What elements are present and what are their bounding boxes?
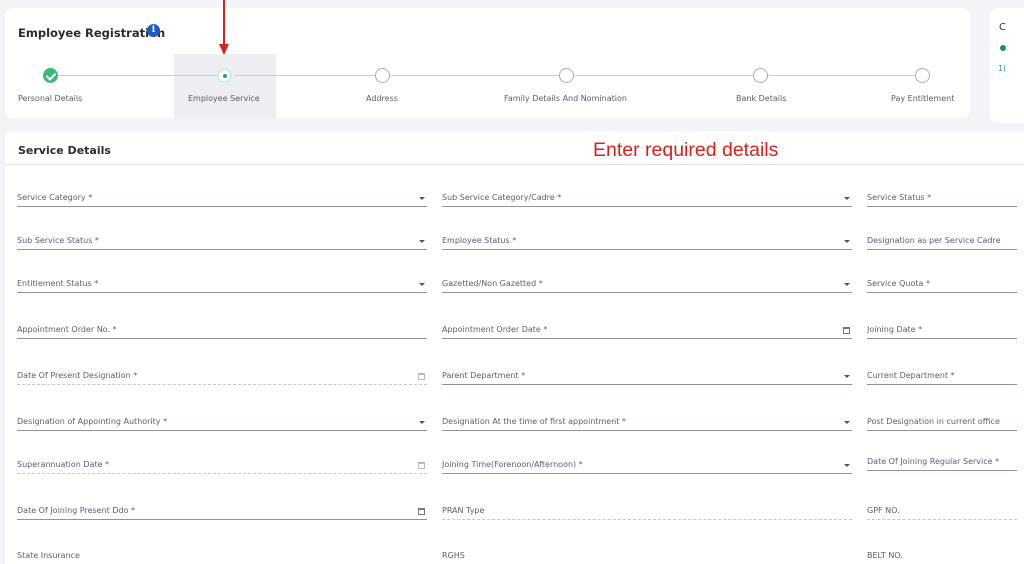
regular-service-date-input[interactable]: Date Of Joining Regular Service * <box>867 451 1017 471</box>
belt-no-field: BELT NO. <box>867 545 1017 564</box>
field-label: Date Of Joining Regular Service * <box>867 457 1000 466</box>
field-label: Designation as per Service Cadre <box>867 236 1001 245</box>
first-appointment-designation-select[interactable]: Designation At the time of first appoint… <box>442 411 852 431</box>
sub-service-status-select[interactable]: Sub Service Status * <box>17 230 427 250</box>
step-bank-details-indicator[interactable] <box>753 68 768 83</box>
field-label: GPF NO. <box>867 506 900 515</box>
post-designation-select[interactable]: Post Designation in current office <box>867 411 1017 431</box>
annotation-text: Enter required details <box>593 139 779 161</box>
side-card-heading: C <box>999 22 1006 33</box>
stepper-connector <box>769 75 915 76</box>
registration-header-card: Employee Registration i Personal Details… <box>5 8 970 118</box>
chevron-down-icon <box>844 421 850 424</box>
chevron-down-icon <box>419 421 425 424</box>
field-label: BELT NO. <box>867 551 903 560</box>
stepper-connector <box>58 75 218 76</box>
field-label: Parent Department * <box>442 371 526 380</box>
field-label: Employee Status * <box>442 236 517 245</box>
stepper-connector <box>391 75 559 76</box>
step-label-pay-entitlement[interactable]: Pay Entitlement <box>891 94 954 103</box>
current-department-select[interactable]: Current Department * <box>867 365 1017 385</box>
field-label: Service Category * <box>17 193 93 202</box>
step-label-address[interactable]: Address <box>366 94 398 103</box>
appointment-order-date-input[interactable]: Appointment Order Date * <box>442 319 852 339</box>
field-label: Date Of Joining Present Ddo * <box>17 506 136 515</box>
field-label: Superannuation Date * <box>17 460 109 469</box>
step-pay-entitlement-indicator[interactable] <box>915 68 930 83</box>
field-label: Gazetted/Non Gazetted * <box>442 279 543 288</box>
field-label: Sub Service Category/Cadre * <box>442 193 562 202</box>
status-dot-icon <box>1000 45 1006 51</box>
field-label: Post Designation in current office <box>867 417 1000 426</box>
page-title: Employee Registration <box>18 26 166 40</box>
step-label-employee-service[interactable]: Employee Service <box>188 94 260 103</box>
field-label: Joining Date * <box>867 325 923 334</box>
service-details-card: Service Details Enter required details S… <box>5 131 1024 564</box>
info-icon[interactable]: i <box>147 24 160 37</box>
field-label: Entitlement Status * <box>17 279 99 288</box>
calendar-icon <box>418 462 425 469</box>
field-label: Joining Time(Forenoon/Afternoon) * <box>442 460 583 469</box>
chevron-down-icon <box>844 464 850 467</box>
field-label: Appointment Order No. * <box>17 325 117 334</box>
parent-department-select[interactable]: Parent Department * <box>442 365 852 385</box>
field-label: State Insurance <box>17 551 80 560</box>
gazetted-select[interactable]: Gazetted/Non Gazetted * <box>442 273 852 293</box>
joining-date-input[interactable]: Joining Date * <box>867 319 1017 339</box>
entitlement-status-select[interactable]: Entitlement Status * <box>17 273 427 293</box>
calendar-icon <box>418 373 425 380</box>
field-label: Designation of Appointing Authority * <box>17 417 168 426</box>
chevron-down-icon <box>419 283 425 286</box>
appointment-order-no-input[interactable]: Appointment Order No. * <box>17 319 427 339</box>
field-label: Date Of Present Designation * <box>17 371 138 380</box>
chevron-down-icon <box>844 375 850 378</box>
service-quota-select[interactable]: Service Quota * <box>867 273 1017 293</box>
appointing-authority-select[interactable]: Designation of Appointing Authority * <box>17 411 427 431</box>
section-divider <box>5 164 1024 165</box>
step-family-details-indicator[interactable] <box>559 68 574 83</box>
chevron-down-icon <box>844 240 850 243</box>
chevron-down-icon <box>844 283 850 286</box>
field-label: Service Status * <box>867 193 932 202</box>
field-label: RGHS <box>442 551 465 560</box>
chevron-down-icon <box>419 197 425 200</box>
state-insurance-field: State Insurance <box>17 545 427 564</box>
gpf-no-field: GPF NO. <box>867 500 1017 520</box>
red-arrow-icon <box>219 0 229 55</box>
date-present-designation-input: Date Of Present Designation * <box>17 365 427 385</box>
calendar-icon[interactable] <box>843 327 850 334</box>
step-label-bank-details[interactable]: Bank Details <box>736 94 786 103</box>
employee-status-select[interactable]: Employee Status * <box>442 230 852 250</box>
stepper-connector <box>235 75 375 76</box>
field-label: Designation At the time of first appoint… <box>442 417 626 426</box>
sub-service-category-select[interactable]: Sub Service Category/Cadre * <box>442 187 852 207</box>
step-label-personal-details[interactable]: Personal Details <box>18 94 82 103</box>
pran-type-field: PRAN Type <box>442 500 852 520</box>
service-category-select[interactable]: Service Category * <box>17 187 427 207</box>
field-label: PRAN Type <box>442 506 485 515</box>
field-label: Current Department * <box>867 371 955 380</box>
calendar-icon[interactable] <box>418 508 425 515</box>
chevron-down-icon <box>844 197 850 200</box>
stepper-connector <box>575 75 753 76</box>
field-label: Service Quota * <box>867 279 930 288</box>
step-label-family-details[interactable]: Family Details And Nomination <box>504 94 627 103</box>
designation-service-cadre-select[interactable]: Designation as per Service Cadre <box>867 230 1017 250</box>
step-employee-service-indicator[interactable] <box>217 68 232 83</box>
step-address-indicator[interactable] <box>375 68 390 83</box>
chevron-down-icon <box>419 240 425 243</box>
side-card-value: 1( <box>998 64 1007 73</box>
side-summary-card: C 1( <box>990 8 1024 123</box>
superannuation-date-input: Superannuation Date * <box>17 454 427 474</box>
present-ddo-date-input[interactable]: Date Of Joining Present Ddo * <box>17 500 427 520</box>
field-label: Appointment Order Date * <box>442 325 548 334</box>
rghs-field: RGHS <box>442 545 852 564</box>
field-label: Sub Service Status * <box>17 236 99 245</box>
service-status-select[interactable]: Service Status * <box>867 187 1017 207</box>
joining-time-select[interactable]: Joining Time(Forenoon/Afternoon) * <box>442 454 852 474</box>
active-step-highlight <box>174 54 276 118</box>
step-personal-details-check-icon[interactable] <box>43 68 58 83</box>
section-title: Service Details <box>18 144 111 157</box>
